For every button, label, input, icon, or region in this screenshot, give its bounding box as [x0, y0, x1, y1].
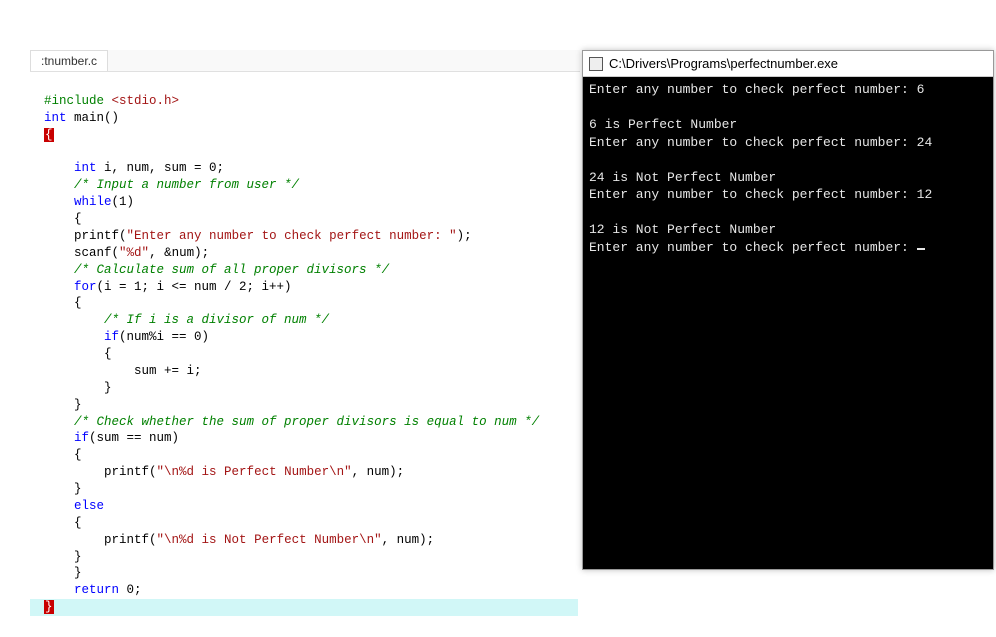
comment: /* Check whether the sum of proper divis… — [74, 415, 539, 429]
brace: { — [74, 296, 82, 310]
console-line: 24 is Not Perfect Number — [589, 170, 776, 185]
brace: { — [74, 212, 82, 226]
brace-close-main: } — [44, 600, 54, 614]
decl-vars: i, num, sum = 0; — [97, 161, 225, 175]
console-line: 12 is Not Perfect Number — [589, 222, 776, 237]
console-line: Enter any number to check perfect number… — [589, 82, 924, 97]
brace-open-main: { — [44, 128, 54, 142]
keyword-while: while — [74, 195, 112, 209]
console-output[interactable]: Enter any number to check perfect number… — [583, 77, 993, 569]
keyword-for: for — [74, 280, 97, 294]
keyword-int: int — [44, 111, 67, 125]
file-tab[interactable]: :tnumber.c — [30, 50, 108, 71]
keyword-if: if — [104, 330, 119, 344]
console-window[interactable]: C:\Drivers\Programs\perfectnumber.exe En… — [582, 50, 994, 570]
keyword-if: if — [74, 431, 89, 445]
brace: } — [74, 482, 82, 496]
comment: /* Calculate sum of all proper divisors … — [74, 263, 389, 277]
fn-printf: printf — [104, 533, 149, 547]
keyword-return: return — [74, 583, 119, 597]
brace: { — [74, 448, 82, 462]
console-line: Enter any number to check perfect number… — [589, 187, 932, 202]
stmt: sum += i; — [134, 364, 202, 378]
string-literal: "%d" — [119, 246, 149, 260]
string-literal: "\n%d is Not Perfect Number\n" — [157, 533, 382, 547]
brace: { — [104, 347, 112, 361]
code-area[interactable]: #include <stdio.h> int main() { int i, n… — [30, 72, 580, 637]
fn-printf: printf — [74, 229, 119, 243]
console-icon — [589, 57, 603, 71]
brace: { — [74, 516, 82, 530]
while-cond: (1) — [112, 195, 135, 209]
for-cond: (i = 1; i <= num / 2; i++) — [97, 280, 292, 294]
include-path: <stdio.h> — [104, 94, 179, 108]
string-literal: "Enter any number to check perfect numbe… — [127, 229, 457, 243]
keyword-else: else — [74, 499, 104, 513]
brace: } — [74, 550, 82, 564]
if-cond: (sum == num) — [89, 431, 179, 445]
preprocessor: #include — [44, 94, 104, 108]
brace: } — [74, 566, 82, 580]
console-cursor — [917, 248, 925, 250]
if-cond: (num%i == 0) — [119, 330, 209, 344]
console-line: Enter any number to check perfect number… — [589, 240, 917, 255]
console-line: 6 is Perfect Number — [589, 117, 737, 132]
keyword-int: int — [74, 161, 97, 175]
string-literal: "\n%d is Perfect Number\n" — [157, 465, 352, 479]
brace: } — [104, 381, 112, 395]
comment: /* If i is a divisor of num */ — [104, 313, 329, 327]
fn-printf: printf — [104, 465, 149, 479]
code-editor[interactable]: :tnumber.c #include <stdio.h> int main()… — [30, 50, 580, 570]
console-titlebar[interactable]: C:\Drivers\Programs\perfectnumber.exe — [583, 51, 993, 77]
comment: /* Input a number from user */ — [74, 178, 299, 192]
brace: } — [74, 398, 82, 412]
fn-main: main — [67, 111, 105, 125]
fn-scanf: scanf — [74, 246, 112, 260]
parens: () — [104, 111, 119, 125]
console-title-text: C:\Drivers\Programs\perfectnumber.exe — [609, 56, 838, 71]
console-line: Enter any number to check perfect number… — [589, 135, 932, 150]
tab-bar: :tnumber.c — [30, 50, 580, 72]
